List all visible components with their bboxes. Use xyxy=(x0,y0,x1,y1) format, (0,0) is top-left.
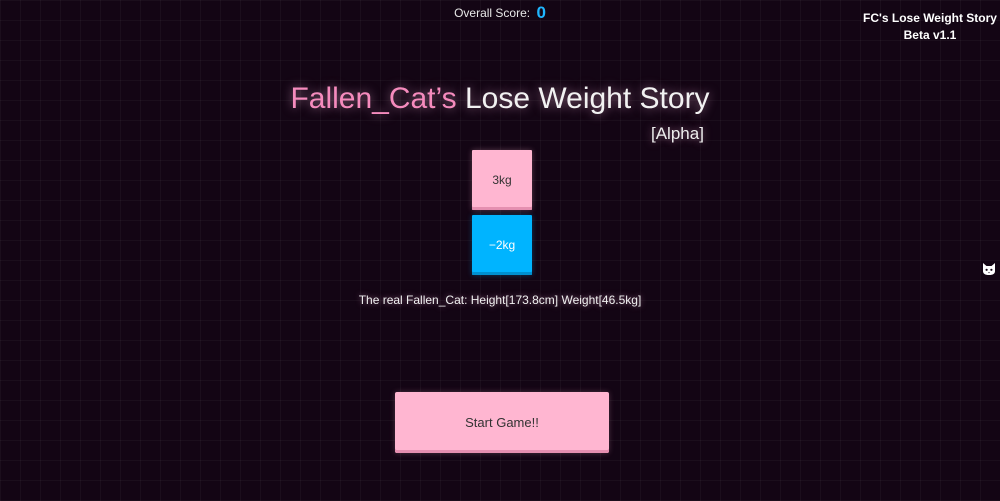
cat-icon-graphic xyxy=(983,263,995,275)
score-value: 0 xyxy=(536,3,546,22)
game-title: Fallen_Cat’s Lose Weight Story xyxy=(0,82,1000,116)
overall-score: Overall Score: 0 xyxy=(0,3,1000,23)
weight-block-plus[interactable]: 3kg xyxy=(472,150,532,210)
start-game-button[interactable]: Start Game!! xyxy=(395,392,609,453)
cat-icon[interactable] xyxy=(982,262,996,276)
score-label: Overall Score: xyxy=(454,6,531,20)
title-rest: Lose Weight Story xyxy=(464,82,710,115)
title-tag: [Alpha] xyxy=(651,124,704,143)
cat-stats: The real Fallen_Cat: Height[173.8cm] Wei… xyxy=(358,293,642,307)
version-title: FC's Lose Weight Story xyxy=(863,11,997,25)
version-info: FC's Lose Weight Story Beta v1.1 xyxy=(860,10,1000,44)
weight-block-minus[interactable]: −2kg xyxy=(472,215,532,275)
title-name: Fallen_Cat’s xyxy=(290,82,457,115)
version-number: Beta v1.1 xyxy=(903,28,957,42)
